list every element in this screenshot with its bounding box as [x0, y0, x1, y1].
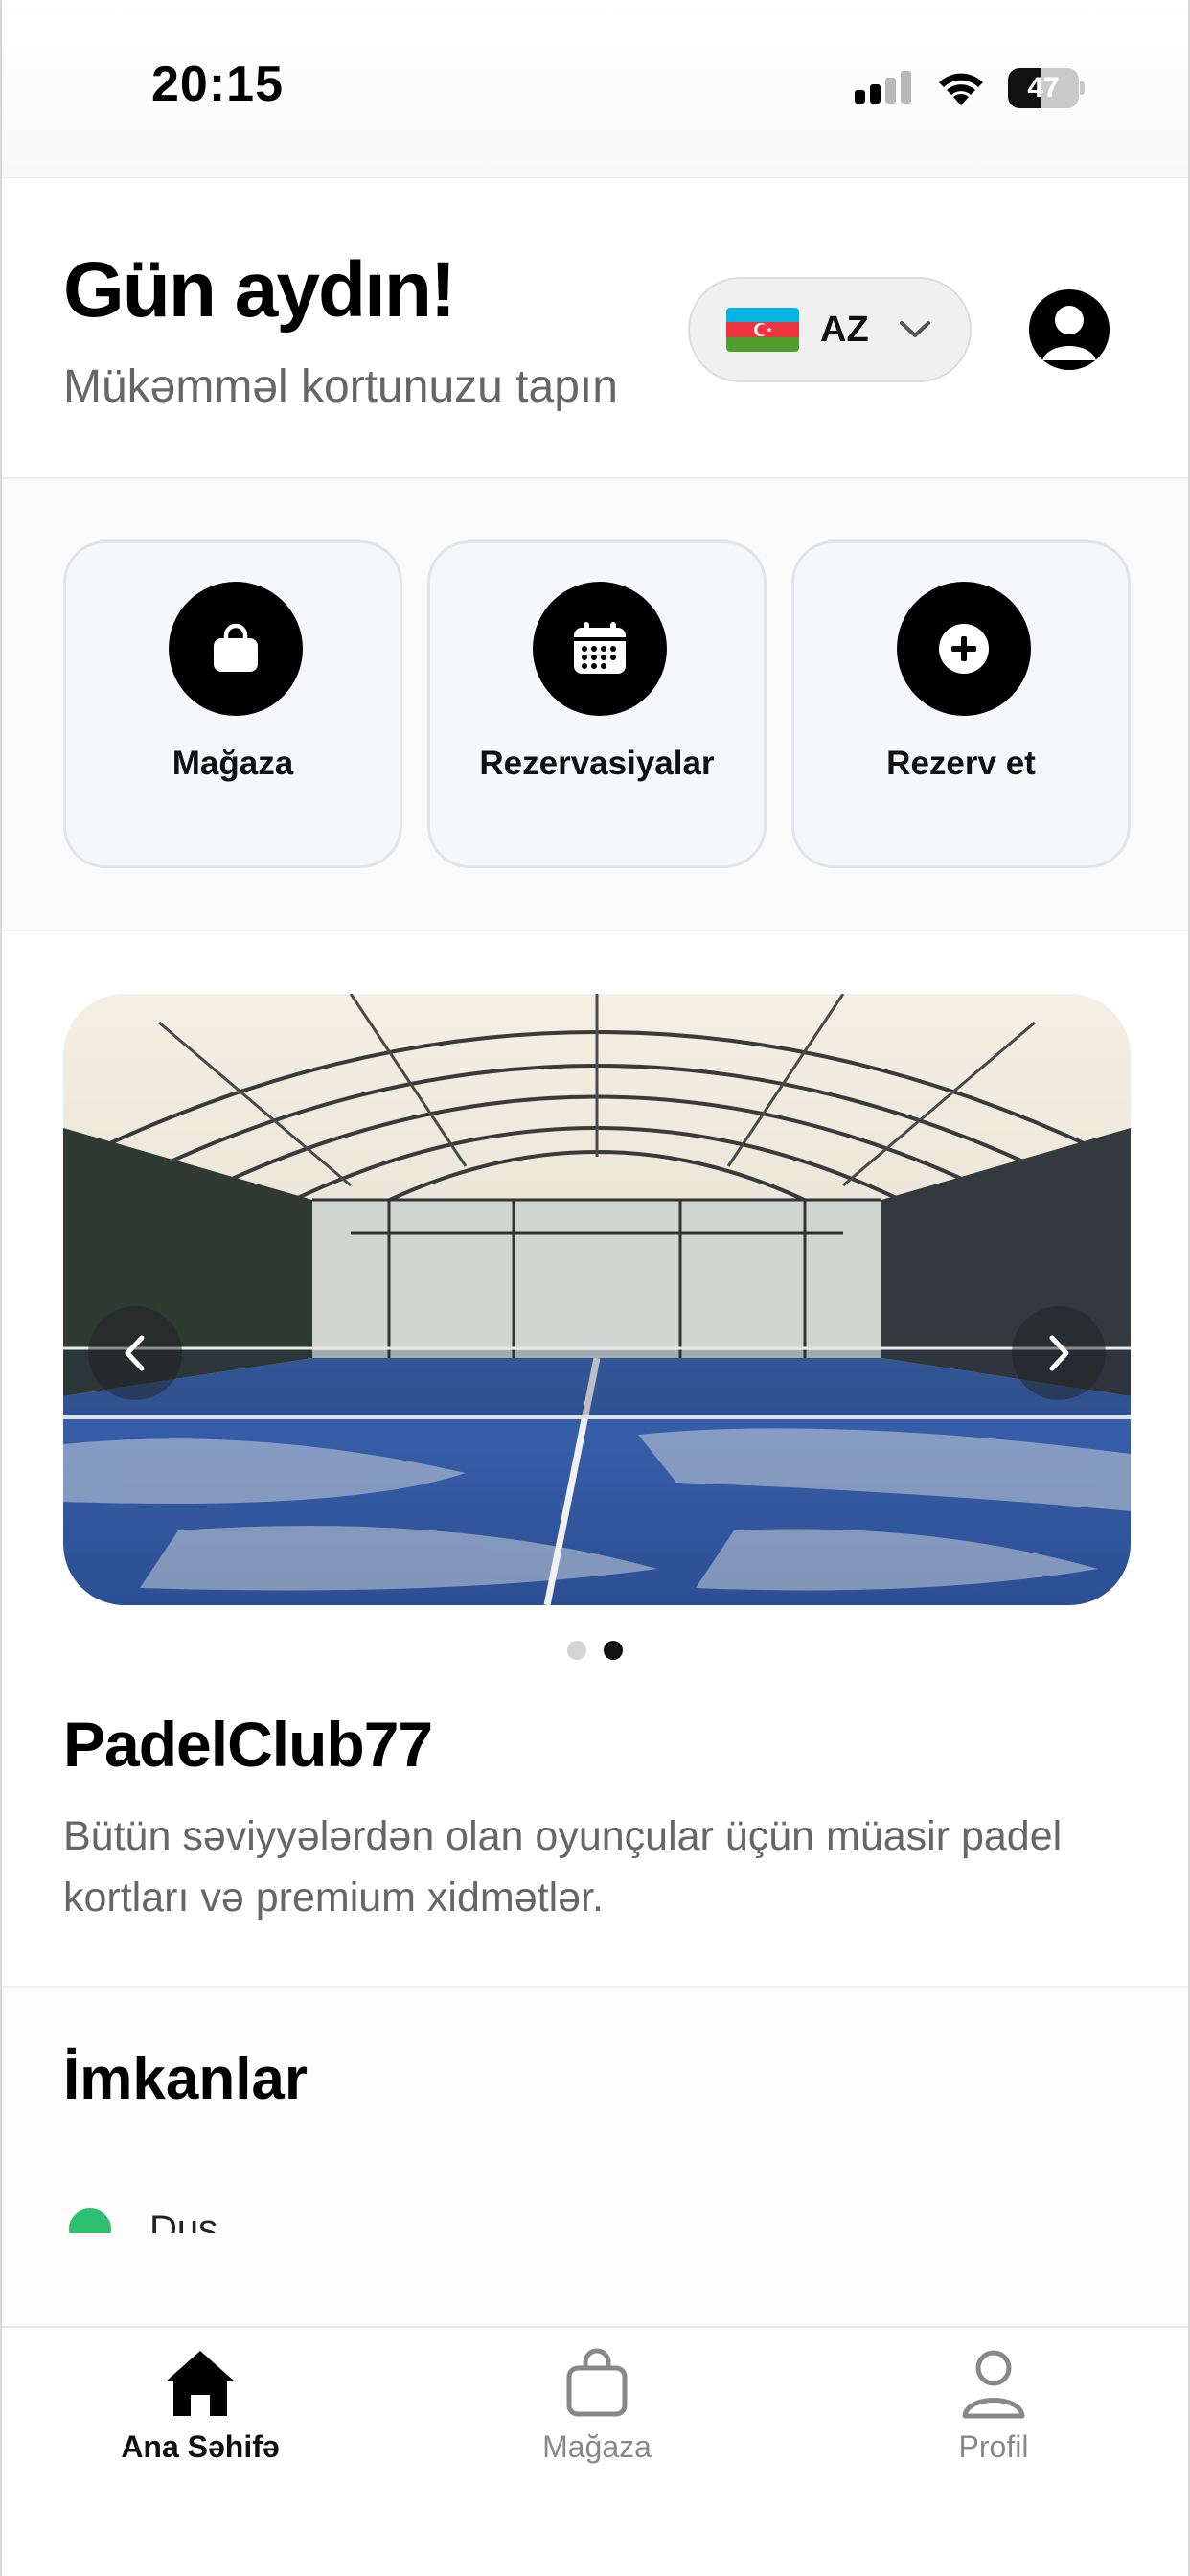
carousel-next-button[interactable] [1012, 1306, 1106, 1400]
club-section: PadelClub77 Bütün səviyyələrdən olan oyu… [2, 932, 1188, 1986]
features-section: İmkanlar Duş [2, 1986, 1188, 2326]
wifi-icon [939, 73, 983, 105]
quick-actions: Mağaza Rezervasiyalar Rezerv et [2, 479, 1188, 932]
quick-action-shop[interactable]: Mağaza [63, 540, 402, 868]
carousel-dot[interactable] [567, 1641, 586, 1660]
header: Gün aydın! Mükəmməl kortunuzu tapın AZ [2, 177, 1188, 479]
user-icon [962, 2350, 1025, 2419]
features-title: İmkanlar [63, 2046, 309, 2112]
cellular-signal-icon [855, 71, 911, 104]
quick-action-label: Mağaza [172, 745, 294, 782]
tab-profile[interactable]: Profil [850, 2347, 1137, 2510]
chevron-left-icon [125, 1335, 145, 1371]
club-photo-carousel[interactable] [63, 994, 1131, 1605]
feature-label: Duş [149, 2208, 218, 2233]
quick-action-reservations[interactable]: Rezervasiyalar [427, 540, 767, 868]
language-code: AZ [820, 309, 869, 350]
greeting-title: Gün aydın! [63, 246, 456, 334]
status-bar: 20:15 47 [2, 0, 1188, 177]
quick-action-label: Rezerv et [886, 745, 1036, 782]
tab-label: Profil [958, 2429, 1029, 2464]
club-description: Bütün səviyyələrdən olan oyunçular üçün … [63, 1813, 1063, 1920]
azerbaijan-flag-icon [726, 308, 799, 352]
carousel-pagination [567, 1641, 623, 1660]
feature-item: Duş [63, 2208, 446, 2233]
tab-label: Ana Səhifə [121, 2429, 280, 2464]
quick-action-icon-circle [533, 582, 667, 716]
shopping-bag-icon [566, 2348, 628, 2417]
tab-shop[interactable]: Mağaza [453, 2347, 741, 2510]
quick-action-book[interactable]: Rezerv et [791, 540, 1131, 868]
club-name: PadelClub77 [63, 1709, 433, 1780]
padel-court-photo [63, 994, 1131, 1605]
home-icon [166, 2351, 235, 2416]
status-time: 20:15 [151, 57, 284, 112]
chevron-right-icon [1049, 1335, 1069, 1371]
chevron-down-icon [899, 321, 930, 337]
battery-icon: 47 [1008, 68, 1085, 108]
app-screen: 20:15 47 Gün aydın! Mükəmməl kortunuzu t… [0, 0, 1190, 2576]
quick-action-icon-circle [169, 582, 303, 716]
shopping-bag-icon [214, 623, 258, 672]
user-avatar-icon [1042, 306, 1096, 360]
quick-action-icon-circle [897, 582, 1031, 716]
tab-home[interactable]: Ana Səhifə [57, 2347, 344, 2510]
tab-label: Mağaza [542, 2429, 652, 2464]
battery-percent: 47 [1027, 72, 1060, 104]
language-selector[interactable]: AZ [688, 277, 972, 382]
quick-action-label: Rezervasiyalar [479, 745, 715, 782]
greeting-subtitle: Mükəmməl kortunuzu tapın [63, 361, 618, 412]
carousel-prev-button[interactable] [88, 1306, 182, 1400]
check-circle-icon [69, 2208, 111, 2233]
profile-avatar-button[interactable] [1029, 289, 1110, 370]
bottom-tab-bar: Ana Səhifə Mağaza Profil [2, 2326, 1188, 2576]
plus-circle-icon [939, 624, 989, 674]
calendar-icon [574, 622, 626, 674]
carousel-dot-active[interactable] [604, 1641, 623, 1660]
